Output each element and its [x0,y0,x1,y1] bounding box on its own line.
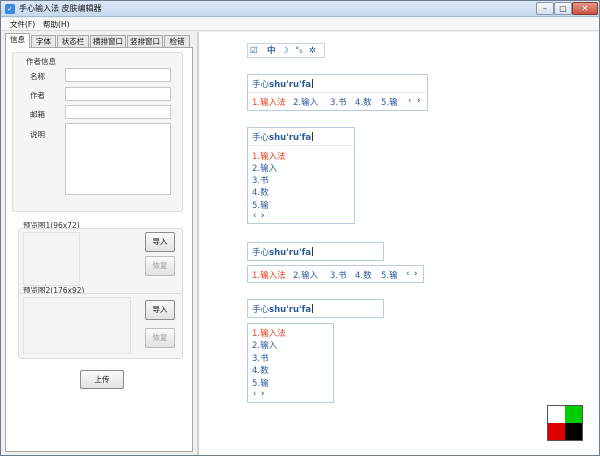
author-info-title: 作者信息 [26,57,56,66]
candidate-5: 5.输 [252,379,269,389]
app-icon: ✓ [5,4,15,14]
candidate-3: 3.书 [330,98,347,108]
description-label: 说明 [30,130,45,139]
preview-canvas: ☑ 中 ☽ °₀ ✲ 手心shu'ru'fa 1.输入法 2.输入 3.书 4.… [199,32,599,455]
composition-window: 手心shu'ru'fa [247,242,384,261]
prev-page-icon: ‹ [406,269,410,279]
email-label: 邮箱 [30,110,45,119]
color-swatch[interactable] [547,405,583,441]
tab-page-info: 作者信息 名称 作者 邮箱 说明 预览图1(96x72) 导入 恢复 预览图2(… [5,47,193,452]
swatch-top-left [548,406,565,423]
next-page-icon: › [261,389,265,399]
gear-icon: ✲ [309,46,317,56]
horizontal-candidate-window: 手心shu'ru'fa 1.输入法 2.输入 3.书 4.数 5.输 ‹ › [247,74,428,111]
name-label: 名称 [30,72,45,81]
tab-statusbar[interactable]: 状态栏 [57,35,89,47]
tab-error-check[interactable]: 检错 [164,35,190,47]
properties-panel: 信息 字体 状态栏 横排窗口 竖排窗口 检错 作者信息 名称 作者 邮箱 说明 … [1,32,197,455]
next-page-icon: › [261,211,265,221]
upload-button[interactable]: 上传 [80,370,124,389]
candidate-2: 2.输入 [252,164,278,174]
candidate-1: 1.输入法 [252,152,286,162]
composition-window: 手心shu'ru'fa [247,299,384,318]
composition-text: 手心shu'ru'fa [252,132,314,143]
tab-strip: 信息 字体 状态栏 横排窗口 竖排窗口 检错 [5,33,195,48]
candidate-3: 3.书 [252,176,269,186]
candidate-1: 1.输入法 [252,98,286,108]
preview2-restore-button[interactable]: 恢复 [145,328,175,348]
composition-text: 手心shu'ru'fa [252,79,314,90]
statusbar-preview: ☑ 中 ☽ °₀ ✲ [247,43,325,58]
candidate-4: 4.数 [355,271,372,281]
candidate-3: 3.书 [252,354,269,364]
candidate-4: 4.数 [252,188,269,198]
tab-info[interactable]: 信息 [5,33,30,48]
swatch-bottom-left [548,423,565,440]
tab-horizontal-window[interactable]: 横排窗口 [90,35,126,47]
swatch-top-right [565,406,582,423]
prev-page-icon: ‹ [253,211,257,221]
candidate-2: 2.输入 [293,271,319,281]
chinese-mode-icon: 中 [267,46,276,56]
minimize-button[interactable]: – [536,2,554,15]
candidate-4: 4.数 [252,366,269,376]
vertical-candidate-window: 手心shu'ru'fa 1.输入法 2.输入 3.书 4.数 5.输 ‹ › [247,127,355,224]
preview1-restore-button[interactable]: 恢复 [145,256,175,276]
menu-bar: 文件(F) 帮助(H) [1,18,599,31]
next-page-icon: › [414,269,418,279]
swatch-bottom-right [565,423,582,440]
candidate-5: 5.输 [381,271,398,281]
window-title: 手心输入法 皮肤编辑器 [19,4,102,13]
preview2-group: 导入 恢复 [18,293,183,359]
prev-page-icon: ‹ [408,96,412,106]
checkbox-icon: ☑ [250,46,258,56]
menu-help[interactable]: 帮助(H) [43,19,70,30]
candidate-1: 1.输入法 [252,329,286,339]
preview1-image [23,232,80,286]
close-button[interactable]: ✕ [572,2,598,15]
description-field[interactable] [65,123,171,195]
preview2-image [23,297,131,354]
candidate-5: 5.输 [381,98,398,108]
vertical-candidate-list: 1.输入法 2.输入 3.书 4.数 5.输 ‹ › [247,323,334,403]
name-field[interactable] [65,68,171,82]
prev-page-icon: ‹ [253,389,257,399]
candidate-2: 2.输入 [252,341,278,351]
title-bar[interactable]: ✓ 手心输入法 皮肤编辑器 – □ ✕ [1,1,599,17]
composition-text: 手心shu'ru'fa [252,247,314,258]
maximize-button[interactable]: □ [554,2,572,15]
preview1-import-button[interactable]: 导入 [145,232,175,252]
author-field[interactable] [65,87,171,101]
moon-icon: ☽ [281,46,289,56]
punctuation-icon: °₀ [295,46,303,56]
candidate-1: 1.输入法 [252,271,286,281]
tab-vertical-window[interactable]: 竖排窗口 [127,35,163,47]
candidate-4: 4.数 [355,98,372,108]
preview2-import-button[interactable]: 导入 [145,300,175,320]
candidate-2: 2.输入 [293,98,319,108]
author-info-group: 作者信息 名称 作者 邮箱 说明 [12,52,183,212]
menu-file[interactable]: 文件(F) [10,19,35,30]
horizontal-candidate-list: 1.输入法 2.输入 3.书 4.数 5.输 ‹ › [247,265,424,283]
candidate-3: 3.书 [330,271,347,281]
email-field[interactable] [65,105,171,119]
composition-text: 手心shu'ru'fa [252,304,314,315]
skin-editor-window: ✓ 手心输入法 皮肤编辑器 – □ ✕ 文件(F) 帮助(H) 信息 字体 状态… [0,0,600,456]
tab-font[interactable]: 字体 [31,35,56,47]
candidate-5: 5.输 [252,201,269,211]
author-label: 作者 [30,91,45,100]
next-page-icon: › [417,96,421,106]
